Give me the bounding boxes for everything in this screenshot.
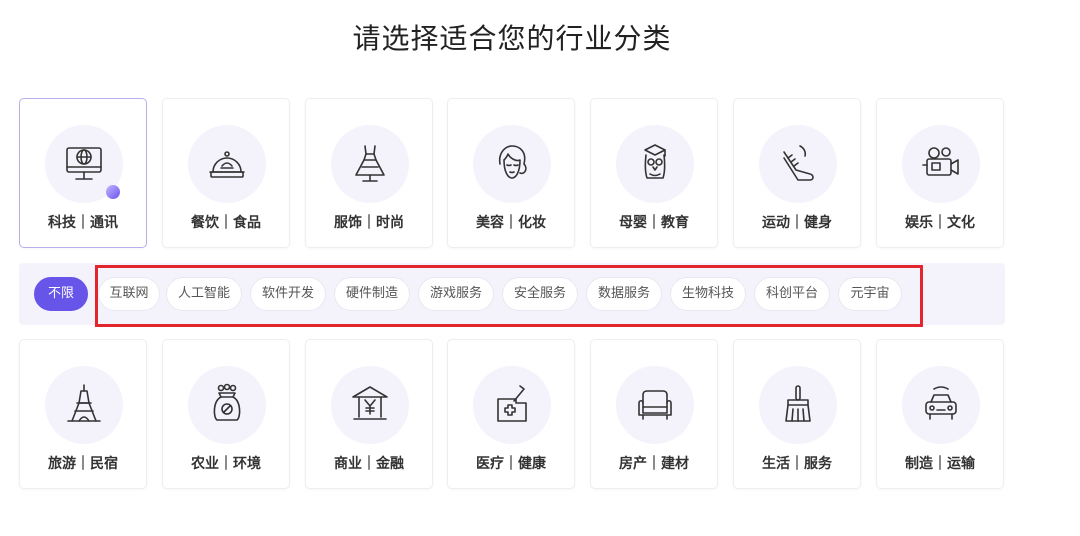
- category-card-medical[interactable]: 医疗｜健康: [447, 339, 575, 489]
- category-card-manufacturing[interactable]: 制造｜运输: [876, 339, 1004, 489]
- dress-icon: [355, 145, 385, 182]
- subcategory-chip[interactable]: 硬件制造: [334, 277, 410, 311]
- category-row-1: 科技｜通讯 餐饮｜食品 服饰｜时尚 美容｜化妆 母婴｜教育 运动｜健身 娱乐｜文…: [19, 98, 1009, 248]
- food-cloche-icon: [209, 151, 245, 178]
- category-card-tech[interactable]: 科技｜通讯: [19, 98, 147, 248]
- category-card-finance[interactable]: 商业｜金融: [305, 339, 433, 489]
- category-card-entertainment[interactable]: 娱乐｜文化: [876, 98, 1004, 248]
- icon-background: [902, 125, 980, 203]
- woman-face-icon: [498, 145, 527, 179]
- monitor-globe-icon: [66, 147, 102, 180]
- car-icon: [925, 386, 957, 420]
- category-label: 服饰｜时尚: [334, 215, 404, 231]
- category-label: 运动｜健身: [762, 215, 832, 231]
- sofa-icon: [638, 390, 672, 420]
- subcategory-chip-all[interactable]: 不限: [34, 277, 88, 311]
- grain-sack-icon: [213, 383, 241, 421]
- category-label: 科技｜通讯: [48, 215, 118, 231]
- category-card-education[interactable]: 母婴｜教育: [590, 98, 718, 248]
- category-label: 旅游｜民宿: [48, 456, 118, 472]
- video-camera-icon: [922, 147, 959, 176]
- category-label: 餐饮｜食品: [191, 215, 261, 231]
- category-label: 农业｜环境: [191, 456, 261, 472]
- icon-background: [616, 125, 694, 203]
- category-card-agriculture[interactable]: 农业｜环境: [162, 339, 290, 489]
- subcategory-chip[interactable]: 科创平台: [754, 277, 830, 311]
- sneaker-icon: [783, 145, 814, 181]
- broom-icon: [785, 385, 811, 422]
- bank-yen-icon: [352, 386, 388, 420]
- owl-graduate-icon: [644, 144, 666, 179]
- selected-indicator: [106, 185, 120, 199]
- category-label: 医疗｜健康: [476, 456, 546, 472]
- category-label: 商业｜金融: [334, 456, 404, 472]
- icon-background: [188, 366, 266, 444]
- category-label: 美容｜化妆: [476, 215, 546, 231]
- category-label: 娱乐｜文化: [905, 215, 975, 231]
- category-card-food[interactable]: 餐饮｜食品: [162, 98, 290, 248]
- subcategory-chip[interactable]: 人工智能: [166, 277, 242, 311]
- medical-kit-icon: [497, 385, 527, 422]
- category-card-realestate[interactable]: 房产｜建材: [590, 339, 718, 489]
- icon-background: [616, 366, 694, 444]
- category-label: 制造｜运输: [905, 456, 975, 472]
- category-label: 房产｜建材: [619, 456, 689, 472]
- page-title: 请选择适合您的行业分类: [352, 22, 672, 55]
- subcategory-chip[interactable]: 数据服务: [586, 277, 662, 311]
- subcategory-chip[interactable]: 游戏服务: [418, 277, 494, 311]
- category-card-sports[interactable]: 运动｜健身: [733, 98, 861, 248]
- subcategory-bar: 不限 互联网 人工智能 软件开发 硬件制造 游戏服务 安全服务 数据服务 生物科…: [19, 263, 1005, 325]
- icon-background: [331, 366, 409, 444]
- icon-background: [473, 366, 551, 444]
- icon-background: [902, 366, 980, 444]
- icon-background: [759, 125, 837, 203]
- subcategory-chip[interactable]: 互联网: [98, 277, 160, 311]
- category-card-life[interactable]: 生活｜服务: [733, 339, 861, 489]
- icon-background: [45, 366, 123, 444]
- subcategory-chip[interactable]: 生物科技: [670, 277, 746, 311]
- category-row-2: 旅游｜民宿 农业｜环境 商业｜金融 医疗｜健康 房产｜建材 生活｜服务 制造｜运…: [19, 339, 1009, 489]
- icon-background: [473, 125, 551, 203]
- category-label: 生活｜服务: [762, 456, 832, 472]
- icon-background: [188, 125, 266, 203]
- subcategory-chip[interactable]: 元宇宙: [838, 277, 902, 311]
- subcategory-chip[interactable]: 安全服务: [502, 277, 578, 311]
- category-card-beauty[interactable]: 美容｜化妆: [447, 98, 575, 248]
- icon-background: [331, 125, 409, 203]
- subcategory-chip[interactable]: 软件开发: [250, 277, 326, 311]
- eiffel-tower-icon: [67, 384, 101, 422]
- category-card-travel[interactable]: 旅游｜民宿: [19, 339, 147, 489]
- category-card-fashion[interactable]: 服饰｜时尚: [305, 98, 433, 248]
- category-label: 母婴｜教育: [619, 215, 689, 231]
- icon-background: [759, 366, 837, 444]
